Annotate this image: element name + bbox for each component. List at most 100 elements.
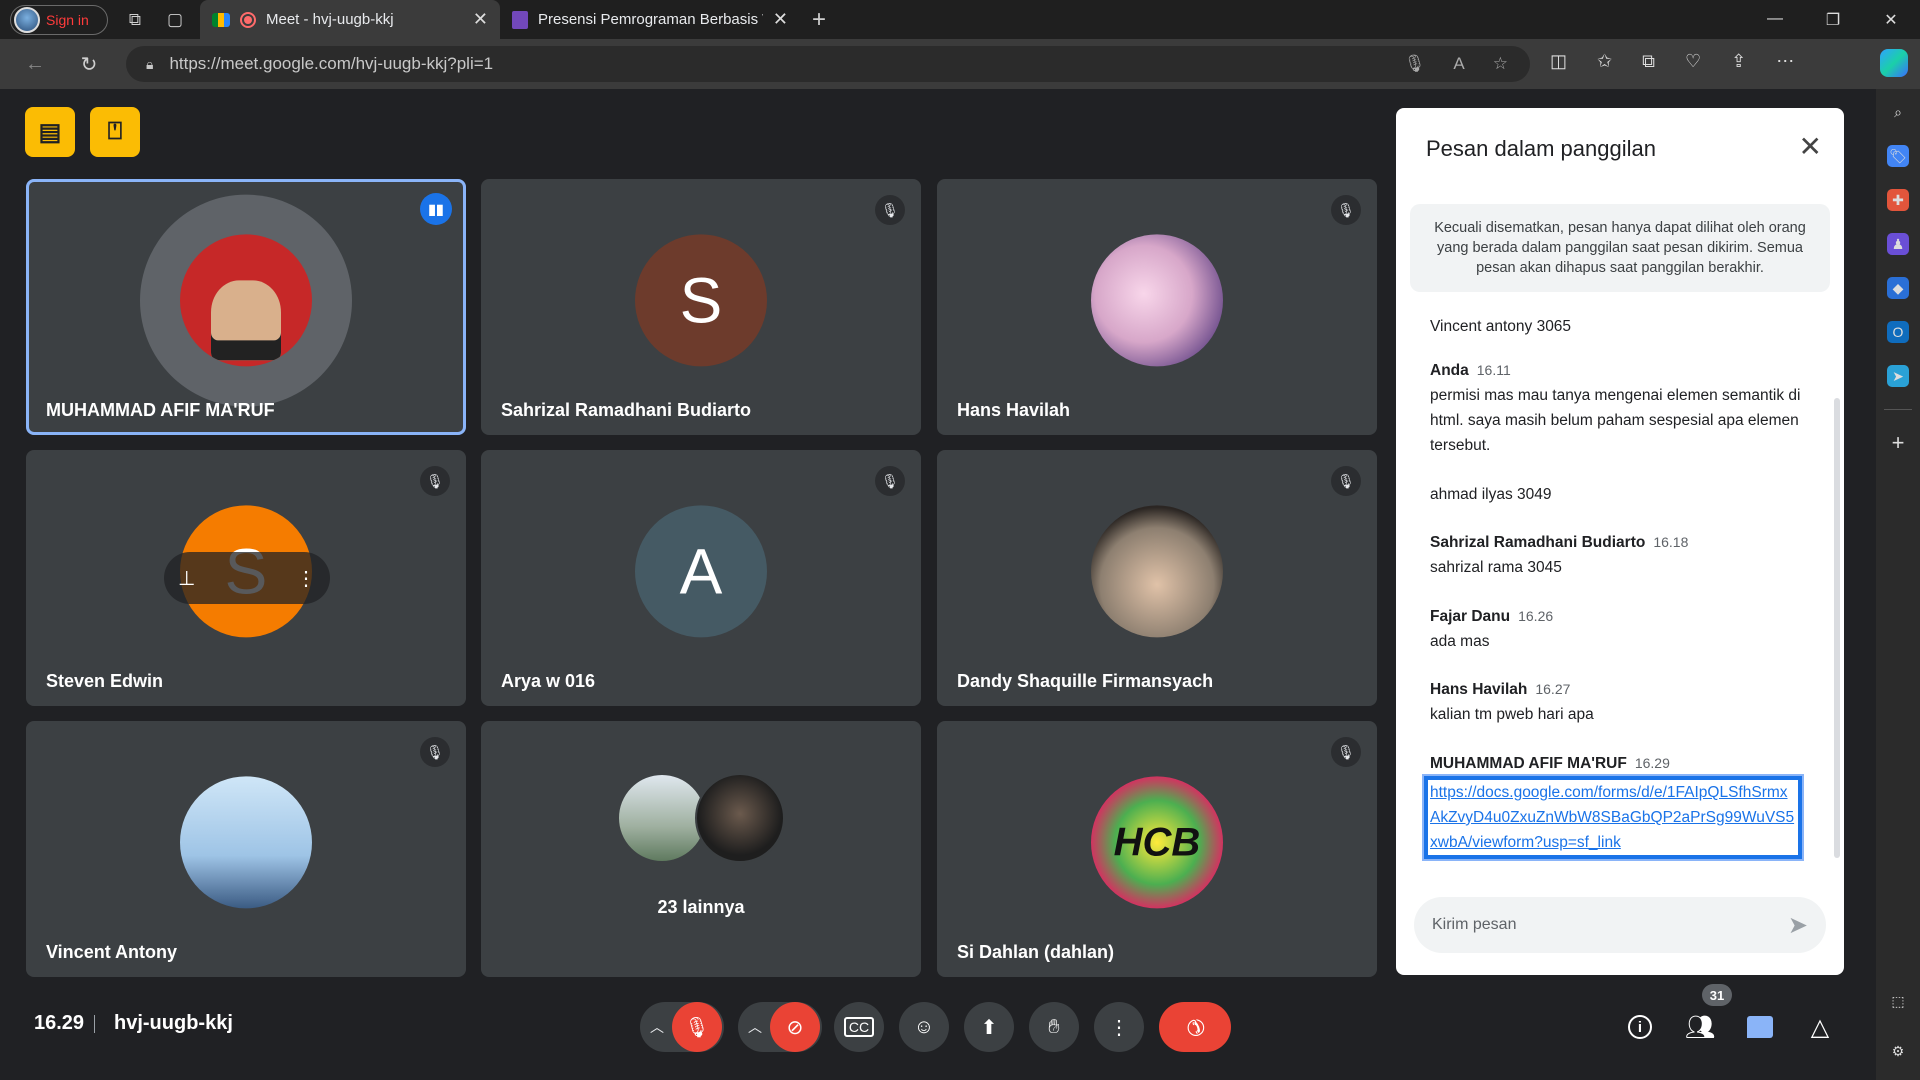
lock-icon: 🔒︎ (146, 55, 154, 72)
participant-tile[interactable]: HCB 🎙︎ Si Dahlan (dahlan) (937, 721, 1377, 977)
new-tab-button[interactable]: + (806, 6, 832, 33)
avatar (1091, 505, 1223, 638)
raise-hand-button[interactable]: ✋︎ (1029, 1002, 1079, 1052)
chat-button[interactable] (1738, 1005, 1782, 1049)
participant-tile[interactable]: 🎙︎ Hans Havilah (937, 179, 1377, 435)
breakout-rooms-button[interactable]: ⍞ (90, 107, 140, 157)
tab-title: Meet - hvj-uugb-kkj (266, 11, 394, 28)
back-icon[interactable]: ← (22, 51, 48, 77)
participant-tile[interactable]: 🎙︎ Vincent Antony (26, 721, 466, 977)
search-icon[interactable]: ⌕ (1887, 101, 1909, 123)
leave-call-button[interactable]: ✆ (1159, 1002, 1231, 1052)
chat-title: Pesan dalam panggilan (1426, 136, 1656, 161)
more-options-icon[interactable]: ⋮ (296, 566, 316, 591)
send-icon[interactable]: ➤ (1788, 911, 1808, 940)
outlook-icon[interactable]: O (1887, 321, 1909, 343)
mic-off-icon: 🎙︎ (875, 466, 905, 496)
add-icon[interactable]: + (1887, 430, 1909, 455)
participant-tile[interactable]: 🎙︎ Dandy Shaquille Firmansyach (937, 450, 1377, 706)
chat-input[interactable]: Kirim pesan ➤ (1414, 897, 1826, 953)
drop-icon[interactable]: ➤ (1887, 365, 1909, 387)
close-window-icon[interactable]: ✕ (1862, 10, 1920, 30)
present-button[interactable]: ⬆︎ (964, 1002, 1014, 1052)
more-vert-icon: ⋮ (1109, 1016, 1129, 1039)
avatar (180, 776, 312, 909)
favorite-star-icon[interactable]: ☆ (1493, 54, 1508, 74)
address-toolbar: ← ↻ 🔒︎ https://meet.google.com/hvj-uugb-… (0, 39, 1920, 89)
camera-off-icon[interactable]: ⊘ (770, 1002, 820, 1052)
message-text: Vincent antony 3065 (1430, 318, 1572, 335)
more-options-button[interactable]: ⋮ (1094, 1002, 1144, 1052)
message-sender: Fajar Danu (1430, 608, 1511, 625)
address-field[interactable]: 🔒︎ https://meet.google.com/hvj-uugb-kkj?… (126, 46, 1530, 82)
collections-icon[interactable]: ⧉ (1642, 51, 1655, 72)
meet-icon (212, 12, 230, 27)
others-tile[interactable]: 23 lainnya (481, 721, 921, 977)
avatar: A (635, 505, 767, 638)
edge-sidebar: ⌕ 🏷︎ ✚ ♟︎ ◆ O ➤ + ⬚ ⚙︎ (1876, 89, 1920, 1080)
participant-tile[interactable]: ▮▮ MUHAMMAD AFIF MA'RUF (26, 179, 466, 435)
captions-button[interactable]: CC (834, 1002, 884, 1052)
refresh-icon[interactable]: ↻ (76, 51, 102, 77)
participant-tile[interactable]: A 🎙︎ Arya w 016 (481, 450, 921, 706)
message-time: 16.18 (1653, 534, 1689, 550)
meet-stage: ▤ ⍞ ▮▮ MUHAMMAD AFIF MA'RUF S 🎙︎ Sahriza… (0, 89, 1876, 1080)
message-link[interactable]: https://docs.google.com/forms/d/e/1FAIpQ… (1422, 774, 1804, 861)
read-aloud-icon[interactable]: A (1453, 54, 1464, 74)
tab-meet[interactable]: Meet - hvj-uugb-kkj ✕ (200, 0, 500, 39)
chevron-up-icon[interactable]: ︿ (740, 1017, 770, 1037)
share-icon[interactable]: ⇪ (1731, 51, 1746, 72)
pin-icon[interactable]: ⊥ (178, 566, 195, 591)
host-controls-button[interactable]: ▤ (25, 107, 75, 157)
games-icon[interactable]: ♟︎ (1887, 233, 1909, 255)
chevron-up-icon[interactable]: ︿ (642, 1017, 672, 1037)
participant-tile[interactable]: S 🎙︎ Sahrizal Ramadhani Budiarto (481, 179, 921, 435)
copilot-icon[interactable] (1880, 49, 1908, 77)
microphone-icon[interactable]: 🎙︎ (1404, 54, 1426, 74)
mic-off-icon[interactable]: 🎙︎ (672, 1002, 722, 1052)
tab-title: Presensi Pemrograman Berbasis W (538, 11, 763, 28)
tab-bar: Sign in ⧉ ▢ Meet - hvj-uugb-kkj ✕ Presen… (0, 0, 1920, 39)
minimize-icon[interactable]: — (1746, 10, 1804, 30)
chat-message: Anda 16.11 permisi mas mau tanya mengenai… (1430, 358, 1810, 458)
participant-name: Arya w 016 (501, 671, 596, 691)
people-button[interactable]: 👥︎ (1678, 1005, 1722, 1049)
recording-icon (240, 11, 256, 28)
window-controls: — ❐ ✕ (1746, 10, 1920, 30)
message-text: ada mas (1430, 633, 1490, 650)
message-time: 16.27 (1535, 681, 1571, 697)
microsoft-365-icon[interactable]: ◆ (1887, 277, 1909, 299)
mic-control[interactable]: ︿ 🎙︎ (640, 1002, 724, 1052)
browser-essentials-icon[interactable]: ♡ (1685, 51, 1701, 72)
close-tab-icon[interactable]: ✕ (773, 9, 788, 30)
avatar (180, 234, 312, 367)
tab-actions-icon[interactable]: ▢ (162, 7, 188, 33)
chat-scrollbar[interactable] (1834, 398, 1840, 858)
participant-name: Steven Edwin (46, 671, 164, 691)
camera-control[interactable]: ︿ ⊘ (738, 1002, 822, 1052)
present-screen-icon: ⬆︎ (980, 1016, 998, 1039)
message-text: kalian tm pweb hari apa (1430, 706, 1594, 723)
message-sender: Anda (1430, 362, 1469, 379)
reactions-button[interactable]: ☺︎ (899, 1002, 949, 1052)
workspaces-icon[interactable]: ⧉ (122, 7, 148, 33)
restore-icon[interactable]: ❐ (1804, 10, 1862, 30)
others-count-label: 23 lainnya (657, 897, 745, 917)
participant-tile[interactable]: S ⊥ ⋮ 🎙︎ Steven Edwin (26, 450, 466, 706)
shopping-icon[interactable]: 🏷︎ (1887, 145, 1909, 167)
close-icon[interactable]: ✕ (1799, 132, 1822, 162)
settings-gear-icon[interactable]: ⚙︎ (1887, 1040, 1909, 1062)
profile-button[interactable]: Sign in (10, 4, 108, 35)
close-tab-icon[interactable]: ✕ (473, 9, 488, 30)
favorites-icon[interactable]: ✩ (1597, 51, 1612, 72)
message-sender: Sahrizal Ramadhani Budiarto (1430, 534, 1646, 551)
tab-forms[interactable]: Presensi Pemrograman Berbasis W ✕ (500, 0, 800, 39)
message-time: 16.29 (1634, 755, 1670, 771)
screenshot-icon[interactable]: ⬚ (1887, 990, 1909, 1012)
meeting-info-button[interactable]: i (1618, 1005, 1662, 1049)
split-screen-icon[interactable]: ◫ (1550, 51, 1567, 72)
message-text: sahrizal rama 3045 (1430, 559, 1562, 576)
activities-button[interactable]: △ (1798, 1005, 1842, 1049)
tools-icon[interactable]: ✚ (1887, 189, 1909, 211)
more-menu-icon[interactable]: ⋯ (1776, 51, 1794, 72)
